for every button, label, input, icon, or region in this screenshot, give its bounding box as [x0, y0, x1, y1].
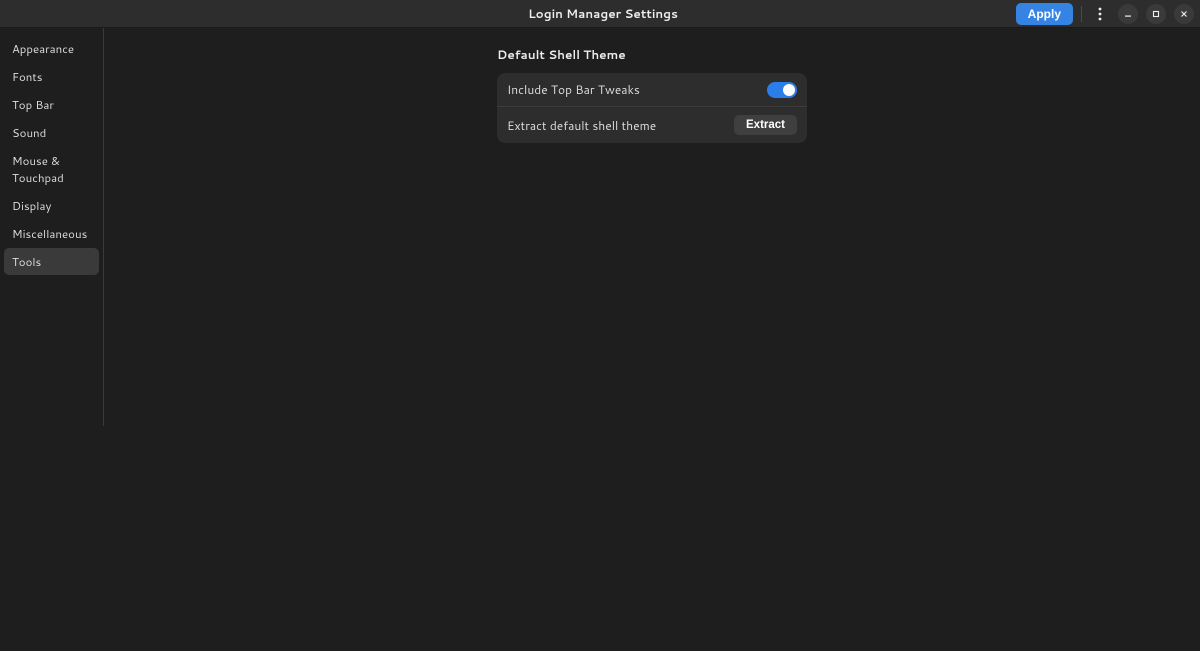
- sidebar-item-miscellaneous[interactable]: Miscellaneous: [4, 220, 99, 247]
- content-panel: Default Shell Theme Include Top Bar Twea…: [497, 46, 807, 143]
- window-body: Appearance Fonts Top Bar Sound Mouse & T…: [0, 28, 1200, 651]
- minimize-button[interactable]: [1118, 4, 1138, 24]
- row-extract-default-shell-theme: Extract default shell theme Extract: [497, 106, 807, 143]
- sidebar: Appearance Fonts Top Bar Sound Mouse & T…: [0, 28, 104, 426]
- row-label: Extract default shell theme: [507, 117, 656, 134]
- include-top-bar-switch[interactable]: [767, 82, 797, 98]
- titlebar-actions: Apply: [800, 3, 1194, 25]
- sidebar-item-tools[interactable]: Tools: [4, 248, 99, 275]
- close-button[interactable]: [1174, 4, 1194, 24]
- sidebar-item-appearance[interactable]: Appearance: [4, 35, 99, 62]
- settings-group: Include Top Bar Tweaks Extract default s…: [497, 73, 807, 143]
- sidebar-item-display[interactable]: Display: [4, 192, 99, 219]
- menu-icon[interactable]: [1090, 4, 1110, 24]
- window-title: Login Manager Settings: [406, 5, 800, 22]
- maximize-button[interactable]: [1146, 4, 1166, 24]
- titlebar: Login Manager Settings Apply: [0, 0, 1200, 28]
- sidebar-item-mouse-touchpad[interactable]: Mouse & Touchpad: [4, 147, 99, 191]
- apply-button[interactable]: Apply: [1016, 3, 1073, 25]
- row-include-top-bar-tweaks: Include Top Bar Tweaks: [497, 73, 807, 106]
- content-area: Default Shell Theme Include Top Bar Twea…: [104, 28, 1200, 651]
- sidebar-item-sound[interactable]: Sound: [4, 119, 99, 146]
- sidebar-item-top-bar[interactable]: Top Bar: [4, 91, 99, 118]
- switch-knob: [783, 84, 795, 96]
- group-title: Default Shell Theme: [497, 46, 807, 63]
- separator: [1081, 6, 1082, 22]
- extract-button[interactable]: Extract: [734, 115, 797, 135]
- sidebar-item-fonts[interactable]: Fonts: [4, 63, 99, 90]
- row-label: Include Top Bar Tweaks: [507, 81, 640, 98]
